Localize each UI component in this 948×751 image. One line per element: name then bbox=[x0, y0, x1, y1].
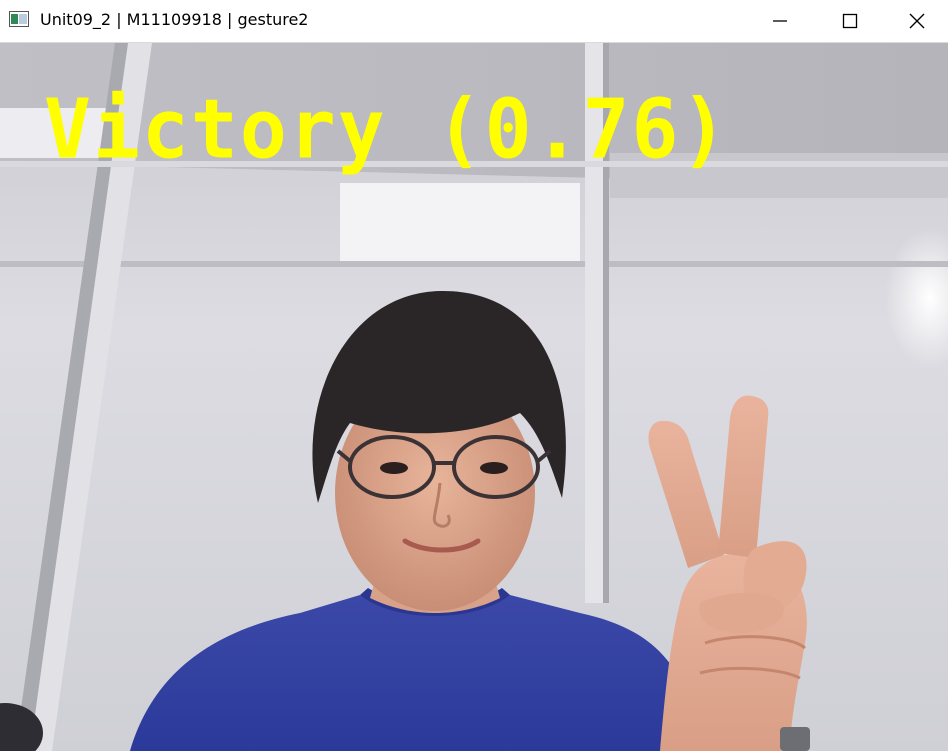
webcam-frame: Victory (0.76) bbox=[0, 43, 948, 751]
app-window: Unit09_2 | M11109918 | gesture2 Victory … bbox=[0, 0, 948, 751]
close-button[interactable] bbox=[885, 0, 948, 42]
minimize-icon bbox=[773, 20, 787, 22]
window-title: Unit09_2 | M11109918 | gesture2 bbox=[40, 10, 309, 29]
maximize-icon bbox=[842, 13, 858, 29]
title-bar[interactable]: Unit09_2 | M11109918 | gesture2 bbox=[0, 0, 948, 43]
close-icon bbox=[909, 13, 924, 29]
maximize-button[interactable] bbox=[815, 0, 885, 42]
gesture-label: Victory (0.76) bbox=[44, 82, 730, 178]
app-icon bbox=[9, 11, 29, 27]
minimize-button[interactable] bbox=[745, 0, 815, 42]
